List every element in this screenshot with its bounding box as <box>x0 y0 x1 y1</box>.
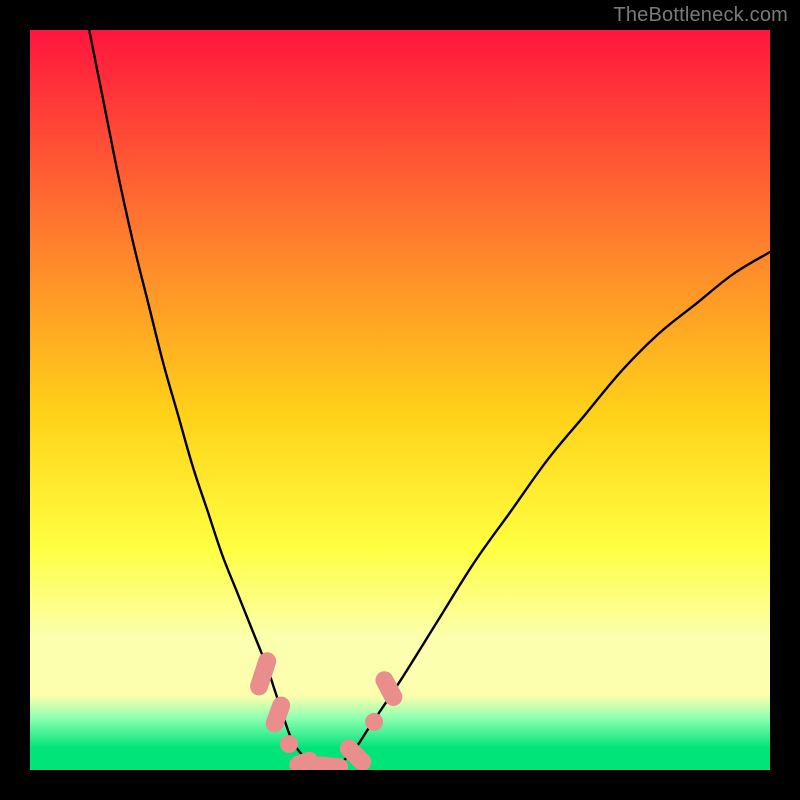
curve-marker <box>365 713 383 731</box>
chart-svg <box>30 30 770 770</box>
plot-area <box>30 30 770 770</box>
gradient-background <box>30 30 770 770</box>
curve-marker <box>280 735 298 753</box>
watermark-text: TheBottleneck.com <box>613 4 788 27</box>
outer-frame: TheBottleneck.com <box>0 0 800 800</box>
